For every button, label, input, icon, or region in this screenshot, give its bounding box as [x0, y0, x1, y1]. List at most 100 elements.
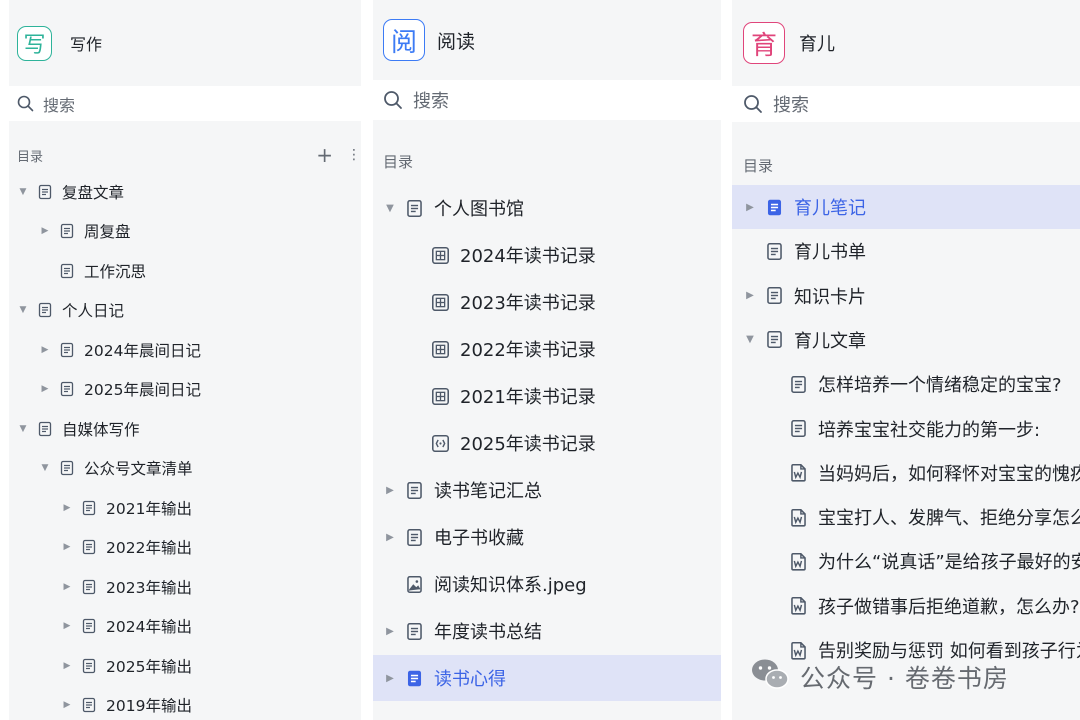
tree-item[interactable]: 工作沉思	[9, 251, 361, 290]
caret-down-icon[interactable]: ▼	[17, 304, 29, 316]
doc-icon	[81, 658, 97, 674]
wechat-watermark: 公众号 · 卷卷书房	[750, 656, 1009, 698]
tree-item[interactable]: ▼ 育儿文章	[732, 318, 1080, 362]
caret-right-icon[interactable]: ▶	[61, 660, 73, 672]
doc-icon	[405, 481, 424, 500]
toc-label: 目录	[383, 153, 414, 171]
tree-item[interactable]: ▶ 2019年输出	[9, 686, 361, 720]
caret-down-icon[interactable]: ▼	[17, 423, 29, 435]
caret-down-icon[interactable]: ▼	[383, 201, 397, 215]
space-title: 阅读	[437, 30, 476, 53]
watermark-text: 公众号 · 卷卷书房	[800, 664, 1009, 693]
tree-item-label: 2024年输出	[106, 618, 192, 636]
tree-item[interactable]: 2021年读书记录	[373, 373, 721, 419]
doc-icon	[37, 421, 53, 437]
space-header[interactable]: 阅 阅读	[373, 0, 721, 80]
caret-right-icon[interactable]: ▶	[383, 671, 397, 685]
tree-item[interactable]: ▶ 2024年输出	[9, 607, 361, 646]
tree-item-label: 怎样培养一个情绪稳定的宝宝?	[818, 375, 1062, 397]
tree-item[interactable]: ▶ 读书心得	[373, 655, 721, 701]
tree-item[interactable]: 当妈妈后，如何释怀对宝宝的愧疚感	[732, 451, 1080, 495]
caret-down-icon[interactable]: ▼	[39, 462, 51, 474]
toc-header: 目录	[743, 155, 773, 176]
tree-item[interactable]: ▶ 育儿笔记	[732, 185, 1080, 229]
tree-item[interactable]: ▶ 2025年输出	[9, 646, 361, 685]
tree-item-label: 2023年读书记录	[460, 293, 596, 314]
tree-item[interactable]: ▶ 2023年输出	[9, 567, 361, 606]
search-label: 搜索	[773, 95, 809, 116]
tree-item[interactable]: 为什么“说真话”是给孩子最好的安全感	[732, 539, 1080, 583]
caret-right-icon[interactable]: ▶	[39, 383, 51, 395]
caret-right-icon[interactable]: ▶	[61, 541, 73, 553]
caret-right-icon[interactable]: ▶	[743, 289, 757, 303]
tree-item[interactable]: ▼ 复盘文章	[9, 172, 361, 211]
tree-item-label: 当妈妈后，如何释怀对宝宝的愧疚感	[818, 463, 1080, 485]
caret-right-icon[interactable]: ▶	[61, 502, 73, 514]
tree-item-label: 年度读书总结	[434, 622, 542, 643]
embed-icon	[431, 434, 450, 453]
tree-item[interactable]: 2025年读书记录	[373, 420, 721, 466]
caret-down-icon[interactable]: ▼	[743, 333, 757, 347]
parenting-space-panel: 育 育儿 搜索 目录 ▶ 育儿笔记育儿书单 ▶ 知识卡片 ▼ 育儿文章怎样培养一个情绪稳定…	[732, 0, 1080, 720]
tree-item-label: 为什么“说真话”是给孩子最好的安全感	[818, 552, 1080, 574]
tree-item-label: 2022年读书记录	[460, 340, 596, 361]
search-box[interactable]: 搜索	[9, 86, 361, 121]
table-icon	[431, 387, 450, 406]
caret-right-icon[interactable]: ▶	[383, 624, 397, 638]
tree-item[interactable]: 阅读知识体系.jpeg	[373, 561, 721, 607]
caret-right-icon[interactable]: ▶	[61, 620, 73, 632]
toc-header: 目录	[383, 151, 413, 172]
search-label: 搜索	[43, 95, 76, 115]
caret-right-icon[interactable]: ▶	[383, 530, 397, 544]
tree-item[interactable]: ▼ 公众号文章清单	[9, 449, 361, 488]
search-box[interactable]: 搜索	[373, 80, 721, 120]
tree-item[interactable]: 2022年读书记录	[373, 326, 721, 372]
tree-item[interactable]: ▶ 知识卡片	[732, 274, 1080, 318]
tree-item-label: 阅读知识体系.jpeg	[434, 575, 587, 596]
tree-item[interactable]: ▶ 2024年晨间日记	[9, 330, 361, 369]
tree-item[interactable]: ▶ 读书笔记汇总	[373, 467, 721, 513]
caret-right-icon[interactable]: ▶	[743, 200, 757, 214]
tree-item[interactable]: 2023年读书记录	[373, 279, 721, 325]
more-icon[interactable]: ⋮	[347, 147, 361, 163]
tree-item[interactable]: ▶ 年度读书总结	[373, 608, 721, 654]
space-title: 育儿	[799, 34, 835, 55]
add-icon[interactable]: +	[316, 143, 333, 167]
tree-item[interactable]: 2024年读书记录	[373, 232, 721, 278]
caret-right-icon[interactable]: ▶	[61, 699, 73, 711]
space-header[interactable]: 育 育儿	[732, 0, 1080, 86]
tree-item[interactable]: 怎样培养一个情绪稳定的宝宝?	[732, 362, 1080, 406]
tree-item-label: 育儿笔记	[794, 198, 866, 219]
tree-item-label: 育儿文章	[794, 330, 866, 352]
caret-down-icon[interactable]: ▼	[17, 186, 29, 198]
tree-item[interactable]: ▶ 电子书收藏	[373, 514, 721, 560]
table-icon	[431, 293, 450, 312]
tree-item[interactable]: 育儿书单	[732, 229, 1080, 273]
tree-item[interactable]: ▶ 2022年输出	[9, 528, 361, 567]
tree-item[interactable]: ▼ 个人日记	[9, 291, 361, 330]
tree-item-label: 复盘文章	[62, 183, 125, 202]
tree-item-label: 2025年晨间日记	[84, 381, 201, 399]
caret-right-icon[interactable]: ▶	[39, 344, 51, 356]
tree-item-label: 2025年读书记录	[460, 434, 596, 455]
space-header[interactable]: 写 写作	[9, 0, 361, 86]
writing-app-icon: 写	[17, 25, 52, 61]
search-box[interactable]: 搜索	[732, 86, 1080, 122]
tree-item-label: 工作沉思	[84, 262, 147, 281]
doc-icon	[59, 381, 75, 397]
tree-item[interactable]: ▼ 个人图书馆	[373, 185, 721, 231]
tree-item[interactable]: ▶ 2021年输出	[9, 488, 361, 527]
tree-item[interactable]: 孩子做错事后拒绝道歉，怎么办?	[732, 584, 1080, 628]
caret-right-icon[interactable]: ▶	[39, 225, 51, 237]
tree-item[interactable]: 培养宝宝社交能力的第一步:	[732, 407, 1080, 451]
tree-item[interactable]: ▶ 周复盘	[9, 212, 361, 251]
tree-item[interactable]: ▼ 自媒体写作	[9, 409, 361, 448]
tree-item[interactable]: ▶ 2025年晨间日记	[9, 370, 361, 409]
tree-item-label: 个人日记	[62, 302, 125, 320]
tree-item-label: 2023年输出	[106, 578, 192, 597]
caret-right-icon[interactable]: ▶	[383, 483, 397, 497]
space-title: 写作	[70, 35, 103, 54]
caret-right-icon[interactable]: ▶	[61, 581, 73, 593]
tree-item[interactable]: 宝宝打人、发脾气、拒绝分享怎么办	[732, 495, 1080, 539]
search-icon	[383, 90, 403, 110]
